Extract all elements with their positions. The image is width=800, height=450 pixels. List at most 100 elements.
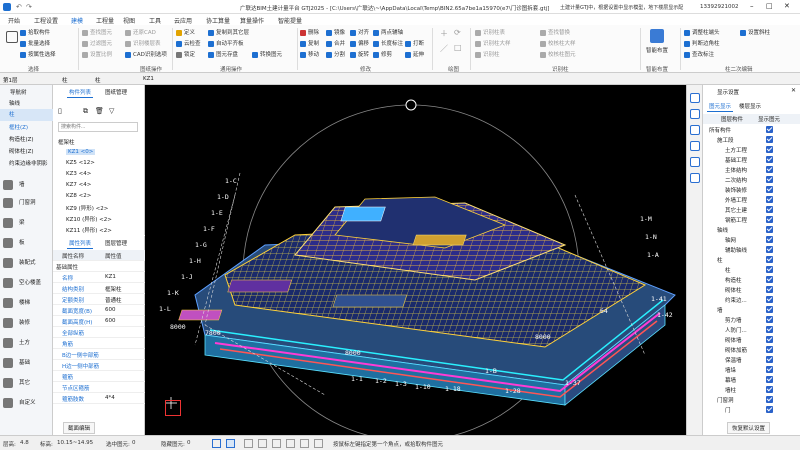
display-row[interactable]: 施工段	[703, 135, 800, 145]
selection-mode-icon[interactable]	[226, 439, 235, 448]
move-button[interactable]: 移动	[300, 50, 319, 58]
identify-floor-table-button[interactable]: 识别楼层表	[125, 39, 161, 47]
select-tool-icon[interactable]	[6, 31, 18, 43]
extend-button[interactable]: 延伸	[405, 50, 424, 58]
menu-cloud[interactable]: 云应用	[174, 16, 192, 25]
grid-snap-icon[interactable]	[258, 439, 267, 448]
display-row[interactable]: 轴线	[703, 225, 800, 235]
auto-flush-slab-button[interactable]: 自动平齐板	[208, 39, 244, 47]
display-row[interactable]: 约束边...	[703, 295, 800, 305]
display-row[interactable]: 轴网	[703, 235, 800, 245]
visibility-checkbox[interactable]	[766, 176, 773, 183]
nav-item-earthwork[interactable]: 土方	[0, 337, 53, 349]
display-row[interactable]: 柱	[703, 265, 800, 275]
nav-item-prefab[interactable]: 装配式	[0, 257, 53, 269]
nav-item-other[interactable]: 其它	[0, 377, 53, 389]
smart-layout-button[interactable]: 智能布置	[646, 46, 668, 54]
component-item[interactable]: KZ1 <0>	[66, 149, 96, 155]
tab-property-list[interactable]: 属性列表	[67, 238, 94, 249]
menu-view[interactable]: 视图	[123, 16, 135, 25]
minimize-icon[interactable]: –	[750, 2, 754, 10]
display-row[interactable]: 装饰装修	[703, 185, 800, 195]
display-row[interactable]: 构造柱	[703, 275, 800, 285]
restore-cad-button[interactable]: 还原CAD	[125, 28, 156, 36]
check-column-detail-button[interactable]: 校核柱大样	[540, 39, 576, 47]
save-element-button[interactable]: 图元存盘	[208, 50, 238, 58]
mirror-button[interactable]: 镜像	[326, 28, 345, 36]
judge-corner-column-button[interactable]: 判断边角柱	[684, 39, 720, 47]
length-dim-button[interactable]: 长度标注	[373, 39, 403, 47]
check-column-element-button[interactable]: 校核柱图元	[540, 50, 576, 58]
property-row[interactable]: B边一侧中部筋	[53, 349, 145, 360]
visibility-checkbox[interactable]	[766, 216, 773, 223]
property-row[interactable]: 定额类别 普通柱	[53, 294, 145, 305]
visibility-checkbox[interactable]	[766, 266, 773, 273]
nav-item-frame-column[interactable]: 框柱(Z)	[0, 122, 53, 134]
nav-item-constraint-edge[interactable]: 约束边缘非阴影	[0, 158, 53, 170]
nav-item-stairs[interactable]: 楼梯	[0, 297, 53, 309]
property-row[interactable]: 截面宽度(B) 600	[53, 305, 145, 316]
nav-item-foundation[interactable]: 基础	[0, 357, 53, 369]
display-row[interactable]: 保温墙	[703, 355, 800, 365]
identify-column-detail-button[interactable]: 识别柱大样	[475, 39, 511, 47]
nav-item-masonry-column[interactable]: 砌体柱(Z)	[0, 146, 53, 158]
nav-item-column[interactable]: 柱	[0, 109, 53, 121]
visibility-checkbox[interactable]	[766, 206, 773, 213]
3d-viewport[interactable]: 1-C 1-D 1-E 1-F 1-G 1-H 1-J 1-K 1-L 1-M …	[145, 85, 686, 435]
property-row[interactable]: 箍筋	[53, 371, 145, 382]
close-icon[interactable]: ✕	[784, 2, 790, 10]
component-item[interactable]: KZ5 <12>	[66, 160, 95, 166]
display-row[interactable]: 外墙工程	[703, 195, 800, 205]
tab-element-display[interactable]: 图元显示	[707, 101, 734, 112]
property-row[interactable]: 结构类别 框架柱	[53, 283, 145, 294]
menu-calc-ops[interactable]: 算量操作	[240, 16, 264, 25]
property-group[interactable]: 基础属性	[56, 263, 78, 271]
tab-layer-manage[interactable]: 图层管理	[103, 238, 129, 248]
split-button[interactable]: 分割	[326, 50, 345, 58]
break-button[interactable]: 打断	[405, 39, 424, 47]
component-item[interactable]: KZ10 (异形) <2>	[66, 215, 112, 223]
draw-point-icon[interactable]: ＋	[440, 28, 448, 39]
display-row[interactable]: 门窗洞	[703, 395, 800, 405]
visibility-checkbox[interactable]	[766, 126, 773, 133]
find-element-button[interactable]: 查找图元	[82, 28, 112, 36]
display-row[interactable]: 钢筋工程	[703, 215, 800, 225]
component-search-input[interactable]	[58, 122, 138, 132]
edit-annotation-button[interactable]: 查改标注	[684, 50, 714, 58]
maximize-icon[interactable]: □	[766, 2, 773, 10]
visibility-checkbox[interactable]	[766, 406, 773, 413]
property-row[interactable]: 节点区箍筋	[53, 382, 145, 393]
snap-mode-icon[interactable]	[212, 439, 221, 448]
visibility-checkbox[interactable]	[766, 306, 773, 313]
offset-button[interactable]: 偏移	[350, 39, 369, 47]
floor-select[interactable]: 第1层	[3, 76, 18, 84]
nav-item-construct-column[interactable]: 构造柱(Z)	[0, 134, 53, 146]
lock-button[interactable]: 锁定	[176, 50, 195, 58]
tab-component-list[interactable]: 构件列表	[67, 87, 94, 98]
property-row[interactable]: 名称 KZ1	[53, 272, 145, 283]
draw-line-icon[interactable]: ／	[440, 43, 448, 54]
menu-quantities[interactable]: 工程量	[96, 16, 114, 25]
display-row[interactable]: 柱	[703, 255, 800, 265]
display-row[interactable]: 砌体加筋	[703, 345, 800, 355]
display-row[interactable]: 墙垛	[703, 365, 800, 375]
display-row[interactable]: 砌体墙	[703, 335, 800, 345]
trim-button[interactable]: 修剪	[373, 50, 392, 58]
visibility-checkbox[interactable]	[766, 376, 773, 383]
menu-tools[interactable]: 工具	[149, 16, 161, 25]
visibility-checkbox[interactable]	[766, 326, 773, 333]
visibility-checkbox[interactable]	[766, 236, 773, 243]
visibility-checkbox[interactable]	[766, 186, 773, 193]
menu-collab[interactable]: 协工算量	[206, 16, 230, 25]
property-row[interactable]: H边一侧中部筋	[53, 360, 145, 371]
visibility-checkbox[interactable]	[766, 346, 773, 353]
two-point-axis-button[interactable]: 两点辅轴	[373, 28, 403, 36]
osnap-icon[interactable]	[286, 439, 295, 448]
dynamic-input-icon[interactable]	[300, 439, 309, 448]
delete-button[interactable]: 删除	[300, 28, 319, 36]
visibility-checkbox[interactable]	[766, 356, 773, 363]
adjust-column-end-button[interactable]: 调整柱端头	[684, 28, 720, 36]
visibility-checkbox[interactable]	[766, 226, 773, 233]
property-row[interactable]: 全部纵筋	[53, 327, 145, 338]
visibility-checkbox[interactable]	[766, 246, 773, 253]
